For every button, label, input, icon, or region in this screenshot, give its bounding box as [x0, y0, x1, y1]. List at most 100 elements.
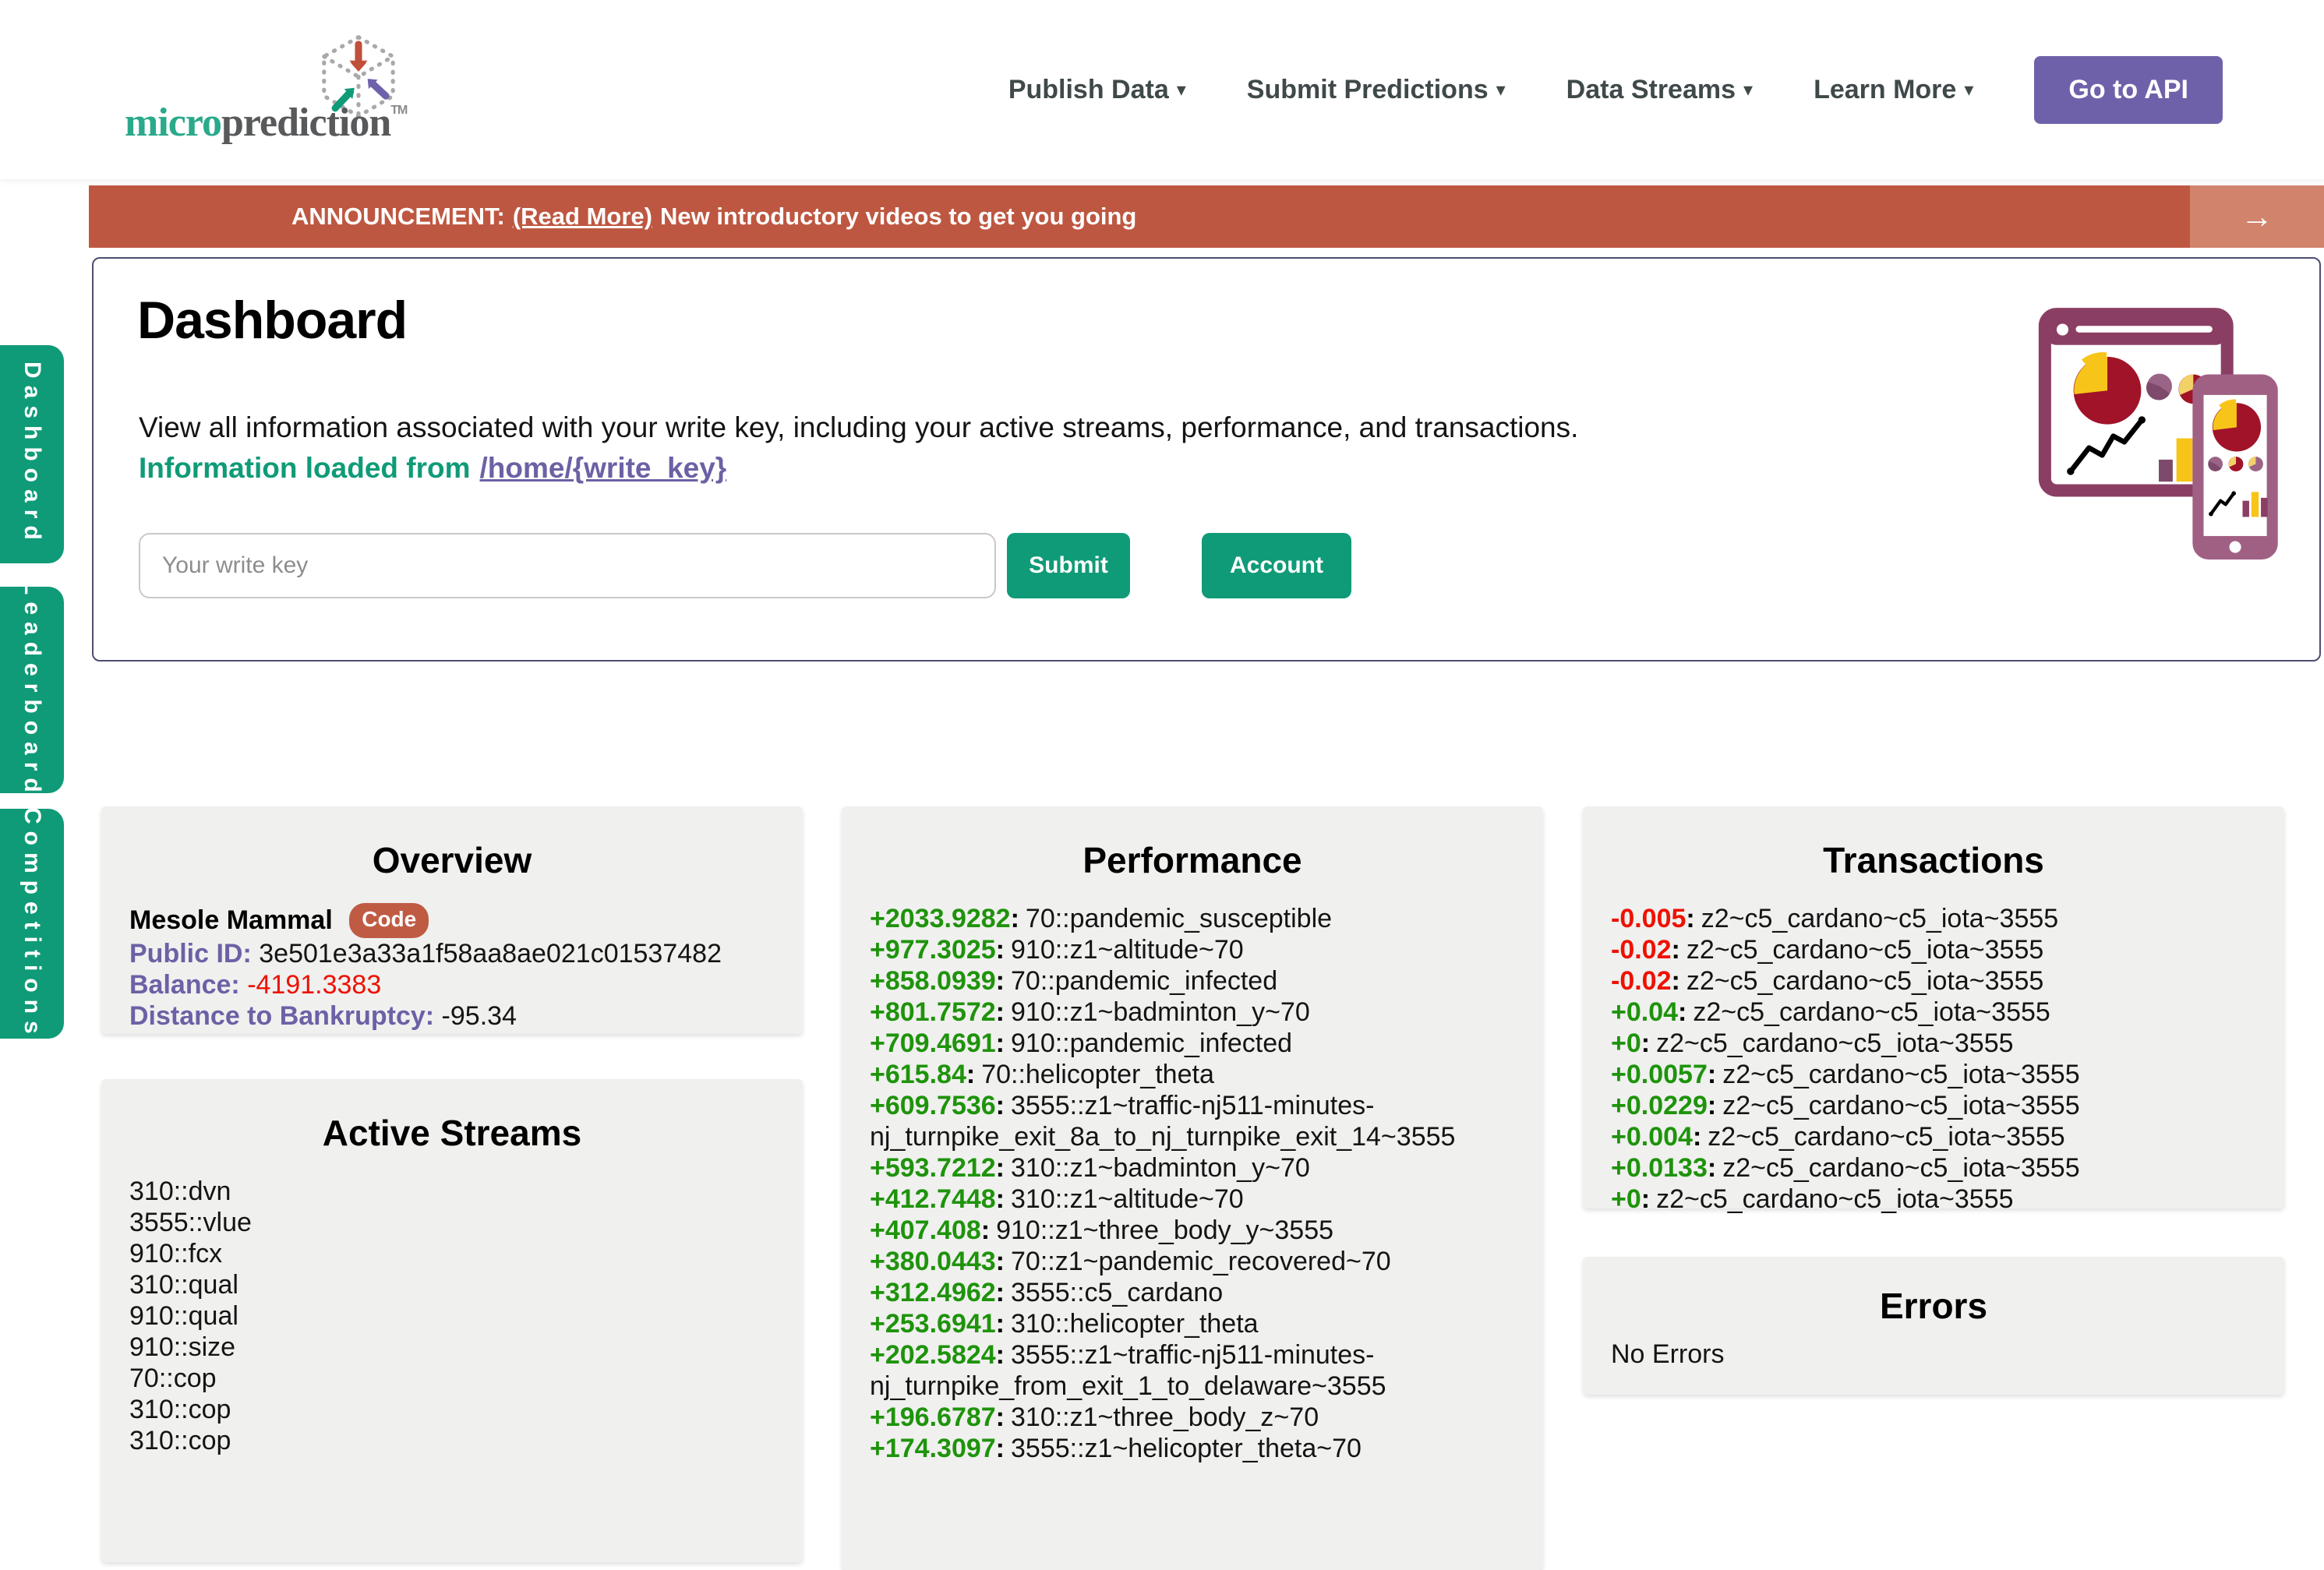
row-value: +977.3025	[870, 935, 996, 965]
row-stream-name: z2~c5_cardano~c5_iota~3555	[1656, 1028, 2013, 1058]
logo-wordmark: micropredictionTM	[125, 100, 407, 146]
row-value: +0	[1611, 1028, 1641, 1058]
row-stream-name: z2~c5_cardano~c5_iota~3555	[1722, 1091, 2079, 1120]
row-value: +858.0939	[870, 966, 996, 996]
stream-item: 310::qual	[129, 1269, 775, 1300]
go-to-api-button[interactable]: Go to API	[2034, 56, 2223, 124]
transactions-title: Transactions	[1611, 839, 2256, 881]
errors-title: Errors	[1611, 1285, 2256, 1327]
list-item: +0.0057:z2~c5_cardano~c5_iota~3555	[1611, 1059, 2256, 1090]
public-id-label: Public ID:	[129, 939, 252, 968]
chevron-down-icon: ▾	[1496, 79, 1506, 101]
row-value: -0.005	[1611, 904, 1686, 933]
row-stream-name: 70::helicopter_theta	[981, 1060, 1214, 1089]
row-stream-name: 910::z1~altitude~70	[1011, 935, 1244, 965]
read-more-link[interactable]: (Read More)	[513, 203, 652, 231]
performance-list: +2033.9282:70::pandemic_susceptible+977.…	[870, 903, 1515, 1464]
row-separator: :	[996, 1028, 1005, 1058]
row-stream-name: 310::z1~altitude~70	[1011, 1184, 1244, 1214]
stream-item: 910::qual	[129, 1300, 775, 1332]
trademark: TM	[390, 104, 407, 117]
sidebar-tab-dashboard[interactable]: Dashboard	[0, 345, 64, 563]
list-item: +202.5824:3555::z1~traffic-nj511-minutes…	[870, 1339, 1515, 1402]
row-separator: :	[1708, 1060, 1716, 1089]
nav-item-data-streams[interactable]: Data Streams▾	[1566, 75, 1753, 105]
account-button[interactable]: Account	[1202, 533, 1351, 598]
dashboard-card: Dashboard View all information associate…	[92, 257, 2321, 662]
row-value: +801.7572	[870, 997, 996, 1027]
row-separator: :	[996, 1091, 1005, 1120]
write-key-endpoint-link[interactable]: /home/{write_key}	[480, 452, 727, 484]
balance-line: Balance: -4191.3383	[129, 969, 775, 1000]
list-item: -0.005:z2~c5_cardano~c5_iota~3555	[1611, 903, 2256, 934]
list-item: +0.0229:z2~c5_cardano~c5_iota~3555	[1611, 1090, 2256, 1121]
row-stream-name: z2~c5_cardano~c5_iota~3555	[1722, 1153, 2079, 1183]
stream-item: 70::cop	[129, 1363, 775, 1394]
row-value: +0.04	[1611, 997, 1678, 1027]
announcement-text: ANNOUNCEMENT: (Read More) New introducto…	[291, 185, 1136, 248]
row-value: +202.5824	[870, 1340, 996, 1370]
row-stream-name: 70::z1~pandemic_recovered~70	[1011, 1247, 1391, 1276]
public-id-line: Public ID: 3e501e3a33a1f58aa8ae021c01537…	[129, 938, 775, 969]
bankruptcy-line: Distance to Bankruptcy: -95.34	[129, 1000, 775, 1032]
list-item: +609.7536:3555::z1~traffic-nj511-minutes…	[870, 1090, 1515, 1152]
chevron-down-icon: ▾	[1177, 79, 1186, 101]
row-separator: :	[1686, 904, 1694, 933]
list-item: +709.4691:910::pandemic_infected	[870, 1028, 1515, 1059]
sidebar-tab-leaderboard[interactable]: Leaderboard	[0, 587, 64, 793]
logo[interactable]: micropredictionTM	[125, 31, 499, 156]
sidebar-tab-competitions[interactable]: Competitions	[0, 809, 64, 1039]
code-badge[interactable]: Code	[349, 903, 429, 938]
active-streams-title: Active Streams	[129, 1112, 775, 1154]
row-separator: :	[1678, 997, 1686, 1027]
nav-item-publish-data[interactable]: Publish Data▾	[1008, 75, 1186, 105]
list-item: +977.3025:910::z1~altitude~70	[870, 934, 1515, 965]
overview-title: Overview	[129, 839, 775, 881]
row-separator: :	[996, 1278, 1005, 1307]
row-value: +0.004	[1611, 1122, 1693, 1152]
row-value: +615.84	[870, 1060, 966, 1089]
list-item: +801.7572:910::z1~badminton_y~70	[870, 997, 1515, 1028]
row-value: +312.4962	[870, 1278, 996, 1307]
dashboard-illustration	[2034, 304, 2283, 561]
list-item: +253.6941:310::helicopter_theta	[870, 1308, 1515, 1339]
list-item: +2033.9282:70::pandemic_susceptible	[870, 903, 1515, 934]
row-value: +609.7536	[870, 1091, 996, 1120]
bankruptcy-label: Distance to Bankruptcy:	[129, 1001, 434, 1031]
bankruptcy-value: -95.34	[442, 1001, 517, 1031]
transactions-panel: Transactions -0.005:z2~c5_cardano~c5_iot…	[1583, 806, 2284, 1208]
transactions-list: -0.005:z2~c5_cardano~c5_iota~3555-0.02:z…	[1611, 903, 2256, 1215]
row-separator: :	[996, 1434, 1005, 1463]
list-item: -0.02:z2~c5_cardano~c5_iota~3555	[1611, 965, 2256, 997]
stream-item: 910::fcx	[129, 1238, 775, 1269]
announcement-banner: ANNOUNCEMENT: (Read More) New introducto…	[89, 185, 2324, 248]
chevron-down-icon: ▾	[1964, 79, 1973, 101]
submit-button[interactable]: Submit	[1007, 533, 1130, 598]
row-stream-name: z2~c5_cardano~c5_iota~3555	[1693, 997, 2050, 1027]
banner-next-button[interactable]: →	[2190, 185, 2324, 248]
row-separator: :	[1672, 935, 1680, 965]
row-value: +174.3097	[870, 1434, 996, 1463]
nav-item-learn-more[interactable]: Learn More▾	[1814, 75, 1973, 105]
list-item: +407.408:910::z1~three_body_y~3555	[870, 1215, 1515, 1246]
row-separator: :	[996, 1309, 1005, 1339]
sidebar-tab-label: Leaderboard	[19, 580, 45, 799]
list-item: +593.7212:310::z1~badminton_y~70	[870, 1152, 1515, 1184]
row-stream-name: 70::pandemic_infected	[1011, 966, 1277, 996]
write-key-input[interactable]	[139, 533, 996, 598]
row-value: +0.0133	[1611, 1153, 1708, 1183]
row-stream-name: 3555::c5_cardano	[1011, 1278, 1223, 1307]
balance-label: Balance:	[129, 970, 240, 1000]
list-item: +174.3097:3555::z1~helicopter_theta~70	[870, 1433, 1515, 1464]
row-value: +253.6941	[870, 1309, 996, 1339]
write-key-form: Submit Account	[139, 533, 1351, 598]
row-stream-name: 910::pandemic_infected	[1011, 1028, 1292, 1058]
list-item: +380.0443:70::z1~pandemic_recovered~70	[870, 1246, 1515, 1277]
loaded-from-line: Information loaded from/home/{write_key}	[139, 452, 726, 485]
row-stream-name: 310::helicopter_theta	[1011, 1309, 1259, 1339]
performance-title: Performance	[870, 839, 1515, 881]
row-separator: :	[1693, 1122, 1701, 1152]
list-item: +0.04:z2~c5_cardano~c5_iota~3555	[1611, 997, 2256, 1028]
nav-item-submit-predictions[interactable]: Submit Predictions▾	[1247, 75, 1506, 105]
stream-item: 310::cop	[129, 1394, 775, 1425]
